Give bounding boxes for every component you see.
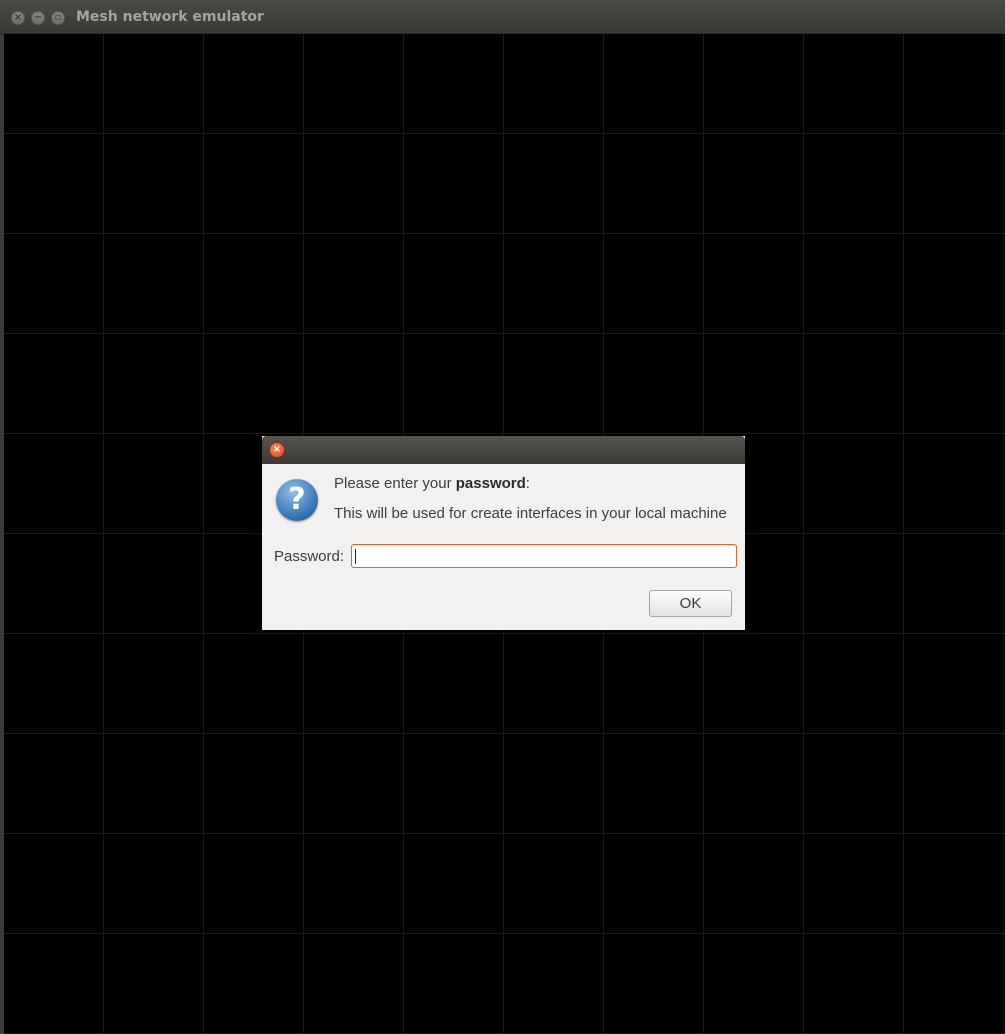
window-close-icon[interactable]: × bbox=[11, 11, 25, 25]
password-dialog: × ? Please enter your password: This wil… bbox=[262, 436, 745, 630]
message-suffix: : bbox=[525, 475, 530, 492]
window-maximize-icon[interactable]: ▫ bbox=[51, 11, 65, 25]
password-label: Password: bbox=[274, 548, 345, 565]
dialog-submessage: This will be used for create interfaces … bbox=[334, 505, 727, 522]
ok-button[interactable]: OK bbox=[649, 590, 732, 617]
window-minimize-icon[interactable]: − bbox=[31, 11, 45, 25]
dialog-message: Please enter your password: bbox=[334, 475, 530, 492]
password-input[interactable] bbox=[351, 544, 737, 568]
question-icon: ? bbox=[276, 479, 318, 521]
dialog-titlebar[interactable]: × bbox=[262, 436, 745, 464]
window-titlebar[interactable]: × − ▫ Mesh network emulator bbox=[0, 0, 1005, 34]
text-caret bbox=[355, 549, 356, 564]
message-bold: password bbox=[455, 475, 526, 492]
window-title: Mesh network emulator bbox=[76, 9, 264, 25]
app-window: × − ▫ Mesh network emulator × ? Please e… bbox=[0, 0, 1005, 1034]
dialog-close-icon[interactable]: × bbox=[270, 443, 284, 457]
message-prefix: Please enter your bbox=[334, 475, 456, 492]
